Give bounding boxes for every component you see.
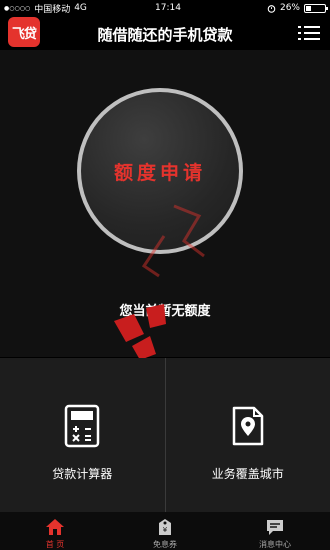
app-header: 飞贷 随借随还的手机贷款	[0, 16, 330, 50]
message-icon	[267, 520, 283, 535]
page-title: 随借随还的手机贷款	[97, 26, 233, 44]
coverage-cities-tile[interactable]: 业务覆盖城市	[164, 358, 330, 512]
list-menu-icon	[298, 26, 301, 28]
location-document-icon	[232, 406, 263, 446]
coverage-cities-label: 业务覆盖城市	[211, 467, 284, 481]
status-right: 26%	[236, 3, 328, 13]
loan-calculator-label: 贷款计算器	[52, 467, 113, 481]
bottom-tab-bar: 首 页 ¥ 免息券 消息中心	[0, 512, 330, 550]
calculator-icon	[65, 404, 100, 448]
tab-home-label: 首 页	[45, 540, 65, 549]
network-type: 4G	[74, 3, 87, 13]
menu-line-3	[304, 38, 320, 40]
menu-line-1	[304, 26, 320, 28]
feature-tiles: 贷款计算器 业务覆盖城市	[0, 358, 330, 512]
coupon-tag-icon: ¥	[159, 519, 171, 535]
menu-dot-3	[298, 38, 301, 40]
apply-quota-button[interactable]: 额度申请	[81, 92, 239, 250]
battery-fill	[306, 5, 311, 11]
tab-home[interactable]: 首 页	[0, 512, 110, 550]
tab-coupons[interactable]: ¥ 免息券	[110, 512, 220, 550]
carrier-name: 中国移动	[34, 4, 71, 15]
apply-quota-label: 额度申请	[113, 161, 206, 184]
status-time: 17:14	[155, 3, 181, 13]
battery-percent: 26%	[279, 3, 300, 13]
tab-messages[interactable]: 消息中心	[220, 512, 330, 550]
battery-icon	[304, 3, 328, 13]
status-left: ●○○○○ 中国移动 4G	[4, 2, 124, 15]
apply-button-ring: 额度申请	[77, 88, 243, 254]
menu-line-2	[304, 32, 320, 34]
status-bar: ●○○○○ 中国移动 4G 17:14 26%	[0, 0, 330, 16]
hero-section: 额度申请 您当前暂无额度	[0, 50, 330, 357]
loan-calculator-tile[interactable]: 贷款计算器	[0, 358, 165, 512]
tab-messages-label: 消息中心	[259, 540, 291, 549]
tab-coupons-label: 免息券	[153, 540, 177, 549]
alarm-icon	[267, 4, 276, 13]
svg-text:¥: ¥	[163, 526, 168, 534]
home-icon	[46, 519, 64, 535]
quota-status-text: 您当前暂无额度	[119, 304, 211, 319]
menu-dot-2	[298, 32, 301, 34]
menu-button[interactable]	[298, 24, 320, 42]
signal-strength-icon: ●○○○○	[4, 4, 31, 12]
